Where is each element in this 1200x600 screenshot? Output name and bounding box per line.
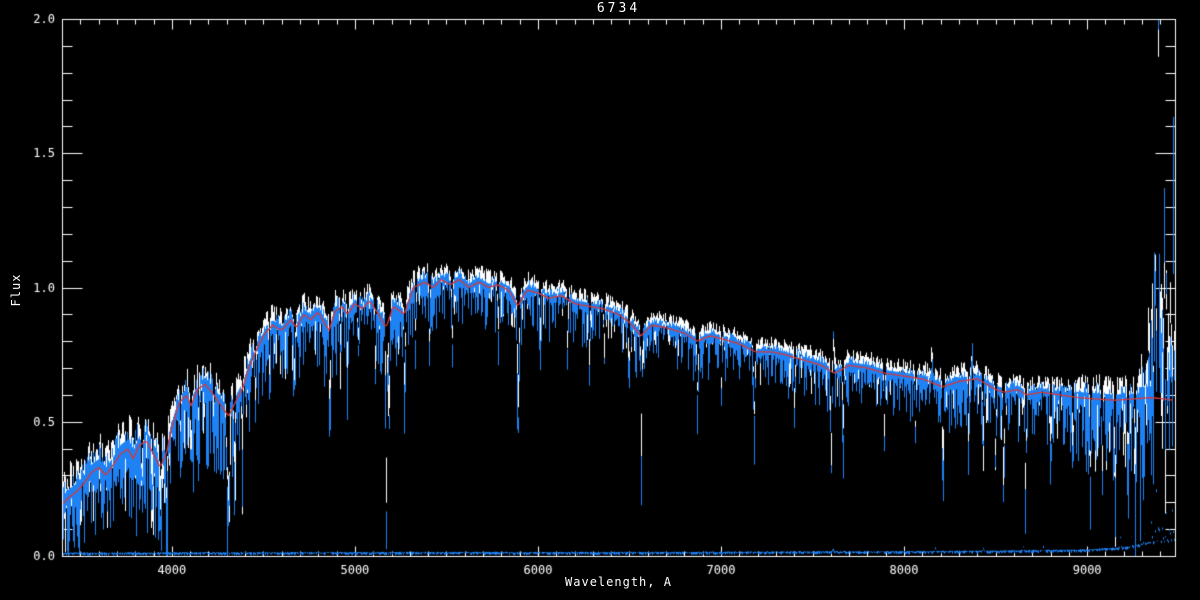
- spectrum-plot-canvas: [0, 0, 1200, 600]
- spectrum-plot-window: 6734 Wavelength, A Flux: [0, 0, 1200, 600]
- plot-title: 6734: [596, 1, 641, 16]
- x-axis-label: Wavelength, A: [565, 575, 672, 589]
- y-axis-label: Flux: [9, 273, 23, 307]
